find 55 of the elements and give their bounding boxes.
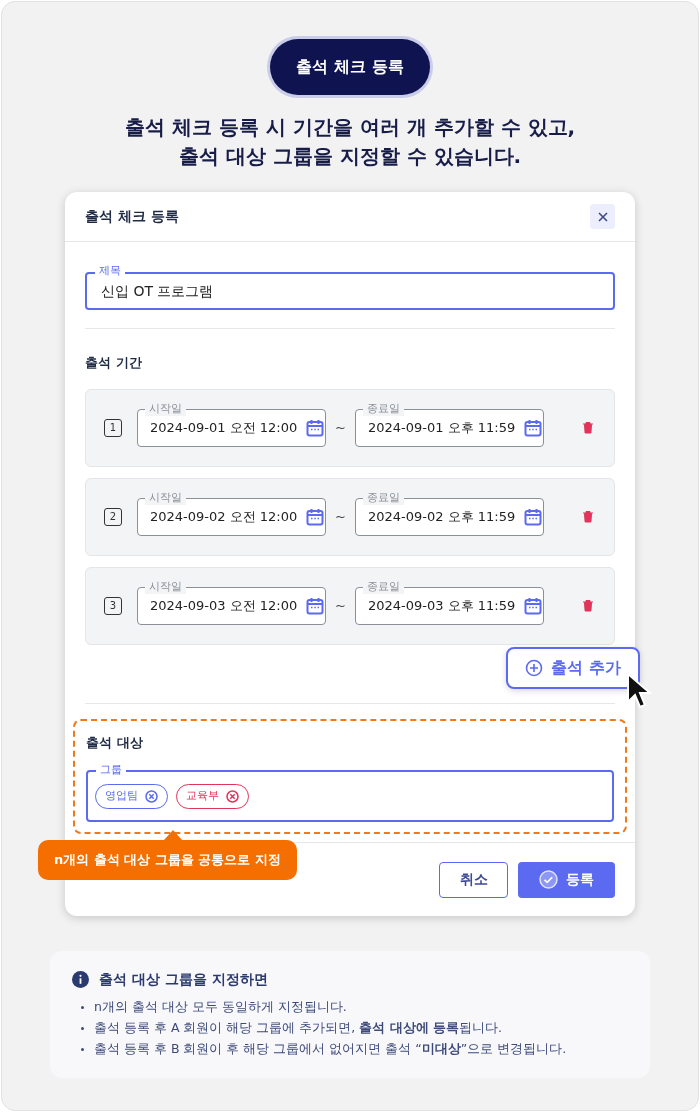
field-label: 시작일 — [145, 401, 186, 416]
trash-icon[interactable] — [582, 599, 594, 612]
field-value: 2024-09-03 오전 12:00 — [150, 596, 298, 615]
trash-icon[interactable] — [582, 510, 594, 523]
row-number: 2 — [104, 507, 122, 526]
calendar-icon[interactable] — [305, 506, 326, 527]
section-heading: 출석 대상 — [86, 733, 144, 752]
callout: n개의 출석 대상 그룹을 공통으로 지정 — [38, 830, 297, 880]
info-item: n개의 출석 대상 모두 동일하게 지정됩니다. — [94, 998, 347, 1016]
field-label: 종료일 — [362, 401, 404, 416]
trash-icon[interactable] — [582, 421, 594, 434]
range-separator: ~ — [335, 418, 346, 437]
field-value: 2024-09-02 오전 12:00 — [150, 507, 298, 526]
field-label: 종료일 — [362, 579, 404, 594]
range-separator: ~ — [335, 507, 346, 526]
field-label: 제목 — [95, 264, 125, 278]
info-item: 출석 등록 후 A 회원이 해당 그룹에 추가되면, 출석 대상에 등록됩니다. — [94, 1019, 502, 1037]
field-label: 시작일 — [145, 579, 186, 594]
info-item: 출석 등록 후 B 회원이 후 해당 그룹에서 없어지면 출석 “미대상”으로 변경됩니다. — [94, 1040, 567, 1058]
calendar-icon[interactable] — [523, 595, 544, 616]
headline-text: 출석 대상 그룹을 지정할 수 있습니다. — [178, 143, 522, 170]
cancel-button[interactable]: 취소 — [439, 861, 508, 898]
row-number: 1 — [104, 418, 122, 437]
add-period-button[interactable]: 출석 추가 — [506, 647, 640, 689]
bullet-icon — [81, 1005, 84, 1009]
row-number: 3 — [104, 596, 122, 615]
check-circle-icon — [539, 870, 558, 889]
headline-text: 출석 체크 등록 시 기간을 여러 개 추가할 수 있고, — [124, 114, 576, 141]
range-separator: ~ — [335, 596, 346, 615]
info-title: 출석 대상 그룹을 지정하면 — [99, 970, 268, 989]
plus-circle-icon — [525, 659, 544, 677]
close-button[interactable] — [590, 204, 615, 229]
field-value: 2024-09-01 오후 11:59 — [367, 418, 516, 437]
title-badge: 출석 체크 등록 — [270, 39, 430, 95]
submit-button[interactable]: 등록 — [518, 861, 615, 898]
pointer-icon — [164, 830, 182, 840]
calendar-icon[interactable] — [523, 506, 544, 527]
close-icon — [597, 211, 608, 222]
remove-icon[interactable] — [145, 789, 158, 803]
calendar-icon[interactable] — [305, 595, 326, 616]
field-label: 그룹 — [96, 763, 126, 777]
field-label: 시작일 — [145, 490, 186, 505]
field-value: 2024-09-02 오후 11:59 — [367, 507, 516, 526]
dialog-title: 출석 체크 등록 — [85, 207, 179, 226]
field-label: 종료일 — [362, 490, 404, 505]
calendar-icon[interactable] — [523, 417, 544, 438]
calendar-icon[interactable] — [305, 417, 326, 438]
section-heading: 출석 기간 — [85, 354, 143, 372]
field-value: 신입 OT 프로그램 — [101, 281, 214, 301]
remove-icon[interactable] — [226, 789, 239, 803]
field-value: 2024-09-03 오후 11:59 — [367, 596, 516, 615]
field-value: 2024-09-01 오전 12:00 — [150, 418, 298, 437]
bullet-icon — [81, 1026, 84, 1030]
info-icon — [72, 971, 89, 988]
bullet-icon — [81, 1047, 84, 1051]
